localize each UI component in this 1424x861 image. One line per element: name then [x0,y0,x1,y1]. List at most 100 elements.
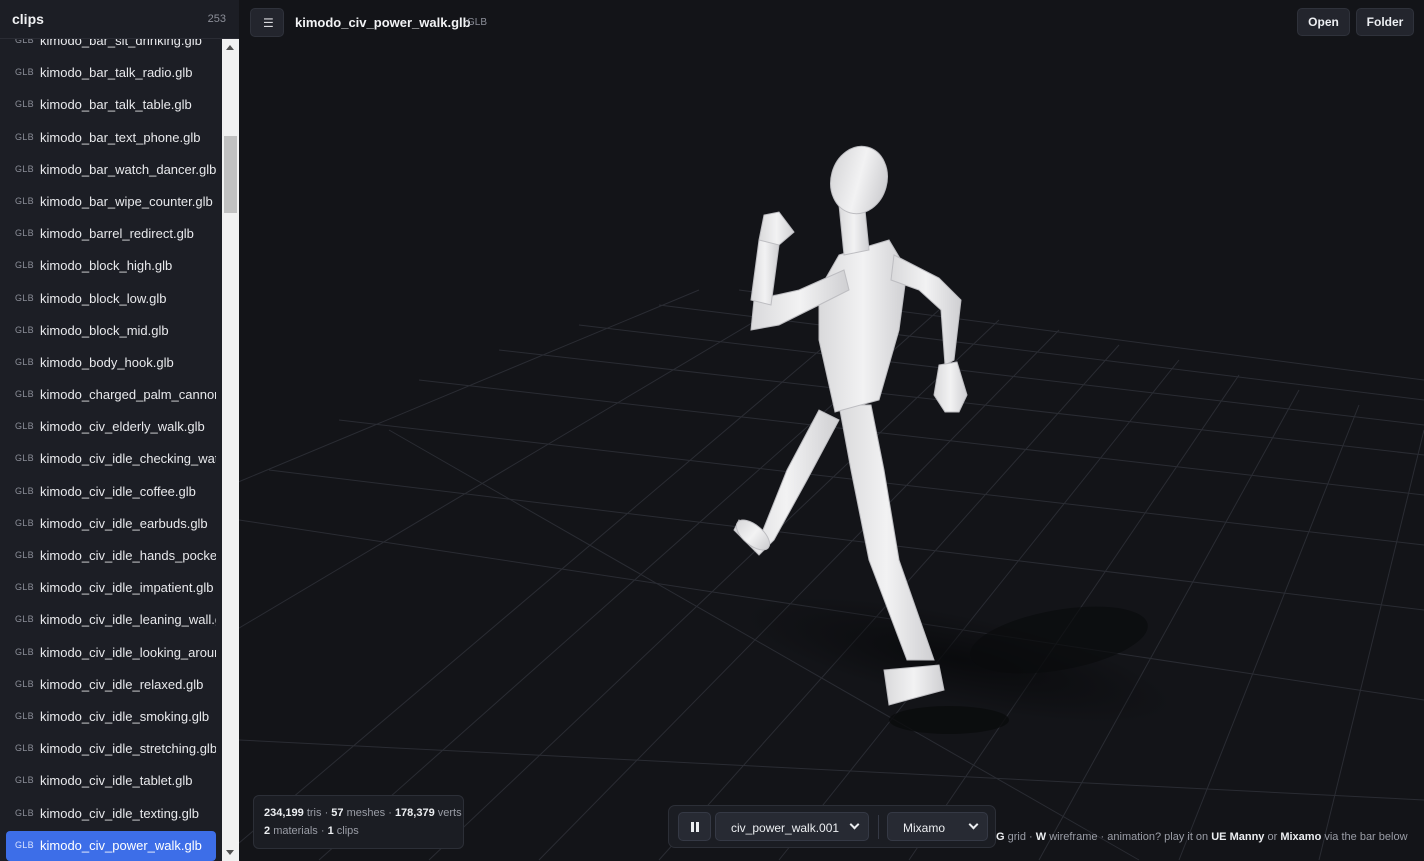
file-type-tag: GLB [15,453,34,464]
file-list-item[interactable]: GLB kimodo_civ_idle_texting.glb [0,798,222,830]
file-name: kimodo_civ_idle_earbuds.glb [40,515,208,531]
file-name: kimodo_civ_idle_stretching.glb [40,741,216,757]
file-name: kimodo_bar_text_phone.glb [40,129,201,145]
model-stats-panel: 234,199 tris · 57 meshes · 178,379 verts… [253,795,464,849]
file-list-item[interactable]: GLB kimodo_block_low.glb [0,283,222,315]
open-button[interactable]: Open [1297,8,1350,36]
file-list-item[interactable]: GLB kimodo_civ_elderly_walk.glb [0,411,222,443]
3d-viewport[interactable] [239,0,1424,861]
file-list-item[interactable]: GLB kimodo_bar_sit_drinking.glb [0,39,222,57]
file-type-tag: GLB [15,260,34,271]
file-name: kimodo_civ_idle_coffee.glb [40,483,196,499]
retarget-rig-select[interactable]: Mixamo [887,812,988,841]
clip-select-value: civ_power_walk.001 [731,821,840,835]
file-name: kimodo_civ_idle_tablet.glb [40,773,193,789]
file-list-item[interactable]: GLB kimodo_block_mid.glb [0,315,222,347]
file-list-item[interactable]: GLB kimodo_block_high.glb [0,250,222,282]
stats-geometry-line: 234,199 tris · 57 meshes · 178,379 verts [264,807,462,819]
file-type-tag: GLB [15,67,34,78]
materials-count: 2 [264,825,271,837]
file-name: kimodo_body_hook.glb [40,354,174,370]
folder-button[interactable]: Folder [1356,8,1414,36]
file-list-item[interactable]: GLB kimodo_body_hook.glb [0,347,222,379]
file-type-tag: GLB [15,582,34,593]
file-title: kimodo_civ_power_walk.glb [295,15,471,30]
file-list-item[interactable]: GLB kimodo_civ_idle_stretching.glb [0,733,222,765]
animation-clip-select[interactable]: civ_power_walk.001 [715,812,869,841]
character-shadow [743,596,1175,734]
file-type-tag: GLB [15,292,34,303]
file-name: kimodo_civ_idle_relaxed.glb [40,676,204,692]
meshes-count: 57 [331,807,344,819]
file-name: kimodo_bar_wipe_counter.glb [40,193,213,209]
chevron-down-icon [968,819,979,830]
pause-icon [691,822,694,832]
file-name: kimodo_civ_idle_smoking.glb [40,708,210,724]
file-list-item[interactable]: GLB kimodo_barrel_redirect.glb [0,218,222,250]
file-list-item[interactable]: GLB kimodo_charged_palm_cannon [0,379,222,411]
file-list-item[interactable]: GLB kimodo_civ_idle_smoking.glb [0,701,222,733]
pause-button[interactable] [678,812,711,841]
file-type-tag: GLB [15,485,34,496]
keyboard-hint: G grid · W wireframe · animation? play i… [996,831,1408,843]
file-type-tag: GLB [15,131,34,142]
sidebar-scrollbar[interactable] [222,39,239,861]
file-list-item[interactable]: GLB kimodo_bar_wipe_counter.glb [0,186,222,218]
menu-button[interactable]: ☰ [250,8,284,37]
file-list-item[interactable]: GLB kimodo_civ_idle_looking_arour [0,637,222,669]
scroll-up-arrow-icon[interactable] [222,39,239,56]
file-type-tag: GLB [15,678,34,689]
file-name: kimodo_bar_talk_table.glb [40,97,192,113]
tris-count: 234,199 [264,807,304,819]
file-name: kimodo_civ_idle_impatient.glb [40,580,214,596]
file-type-tag: GLB [15,228,34,239]
file-type-tag: GLB [15,517,34,528]
file-list-item-active[interactable]: GLB kimodo_civ_power_walk.glb [0,830,222,861]
scroll-down-arrow-icon[interactable] [222,844,239,861]
file-list-item[interactable]: GLB kimodo_civ_idle_earbuds.glb [0,508,222,540]
file-name: kimodo_bar_watch_dancer.glb [40,161,216,177]
file-name: kimodo_civ_idle_leaning_wall.g [40,612,216,628]
file-name: kimodo_block_high.glb [40,258,173,274]
file-list-item[interactable]: GLB kimodo_civ_idle_checking_watc [0,443,222,475]
file-name: kimodo_charged_palm_cannon [40,387,216,403]
file-list-item[interactable]: GLB kimodo_civ_idle_hands_pocket [0,540,222,572]
file-list-item[interactable]: GLB kimodo_bar_talk_table.glb [0,89,222,121]
scene-canvas[interactable] [239,0,1424,861]
file-name: kimodo_civ_idle_texting.glb [40,805,199,821]
file-type-tag: GLB [15,646,34,657]
file-list-item[interactable]: GLB kimodo_civ_idle_relaxed.glb [0,669,222,701]
scroll-thumb[interactable] [224,136,237,213]
file-list-item[interactable]: GLB kimodo_bar_text_phone.glb [0,122,222,154]
file-type-tag: GLB [15,163,34,174]
file-list-item[interactable]: GLB kimodo_bar_watch_dancer.glb [0,154,222,186]
sidebar: clips 253 GLB kimodo_bar_sit_drinking.glb… [0,0,239,861]
file-list-item[interactable]: GLB kimodo_civ_idle_coffee.glb [0,476,222,508]
file-type-tag: GLB [15,710,34,721]
file-list: GLB kimodo_bar_sit_drinking.glb GLB kimodo_… [0,39,222,861]
sidebar-title: clips [12,11,44,27]
file-type-tag: GLB [15,839,34,850]
file-list-item[interactable]: GLB kimodo_civ_idle_tablet.glb [0,765,222,797]
file-type-tag: GLB [15,550,34,560]
file-type-tag: GLB [15,807,34,818]
chevron-down-icon [849,819,860,830]
rig-select-value: Mixamo [903,821,946,835]
file-name: kimodo_barrel_redirect.glb [40,226,194,242]
file-name: kimodo_civ_power_walk.glb [40,837,202,853]
file-name: kimodo_civ_idle_hands_pocket [40,548,216,563]
file-format-badge: GLB [467,17,488,28]
verts-count: 178,379 [394,807,435,819]
file-list-item[interactable]: GLB kimodo_bar_talk_radio.glb [0,57,222,89]
file-type-tag: GLB [15,743,34,754]
file-name: kimodo_civ_idle_checking_watc [40,451,216,467]
file-type-tag: GLB [15,389,34,400]
file-list-item[interactable]: GLB kimodo_civ_idle_impatient.glb [0,572,222,604]
file-name: kimodo_block_low.glb [40,290,167,306]
file-type-tag: GLB [15,195,34,206]
file-list-item[interactable]: GLB kimodo_civ_idle_leaning_wall.g [0,604,222,636]
file-name: kimodo_civ_idle_looking_arour [40,644,216,660]
file-type-tag: GLB [15,421,34,432]
hamburger-menu-icon: ☰ [263,16,274,30]
file-name: kimodo_bar_talk_radio.glb [40,65,193,81]
